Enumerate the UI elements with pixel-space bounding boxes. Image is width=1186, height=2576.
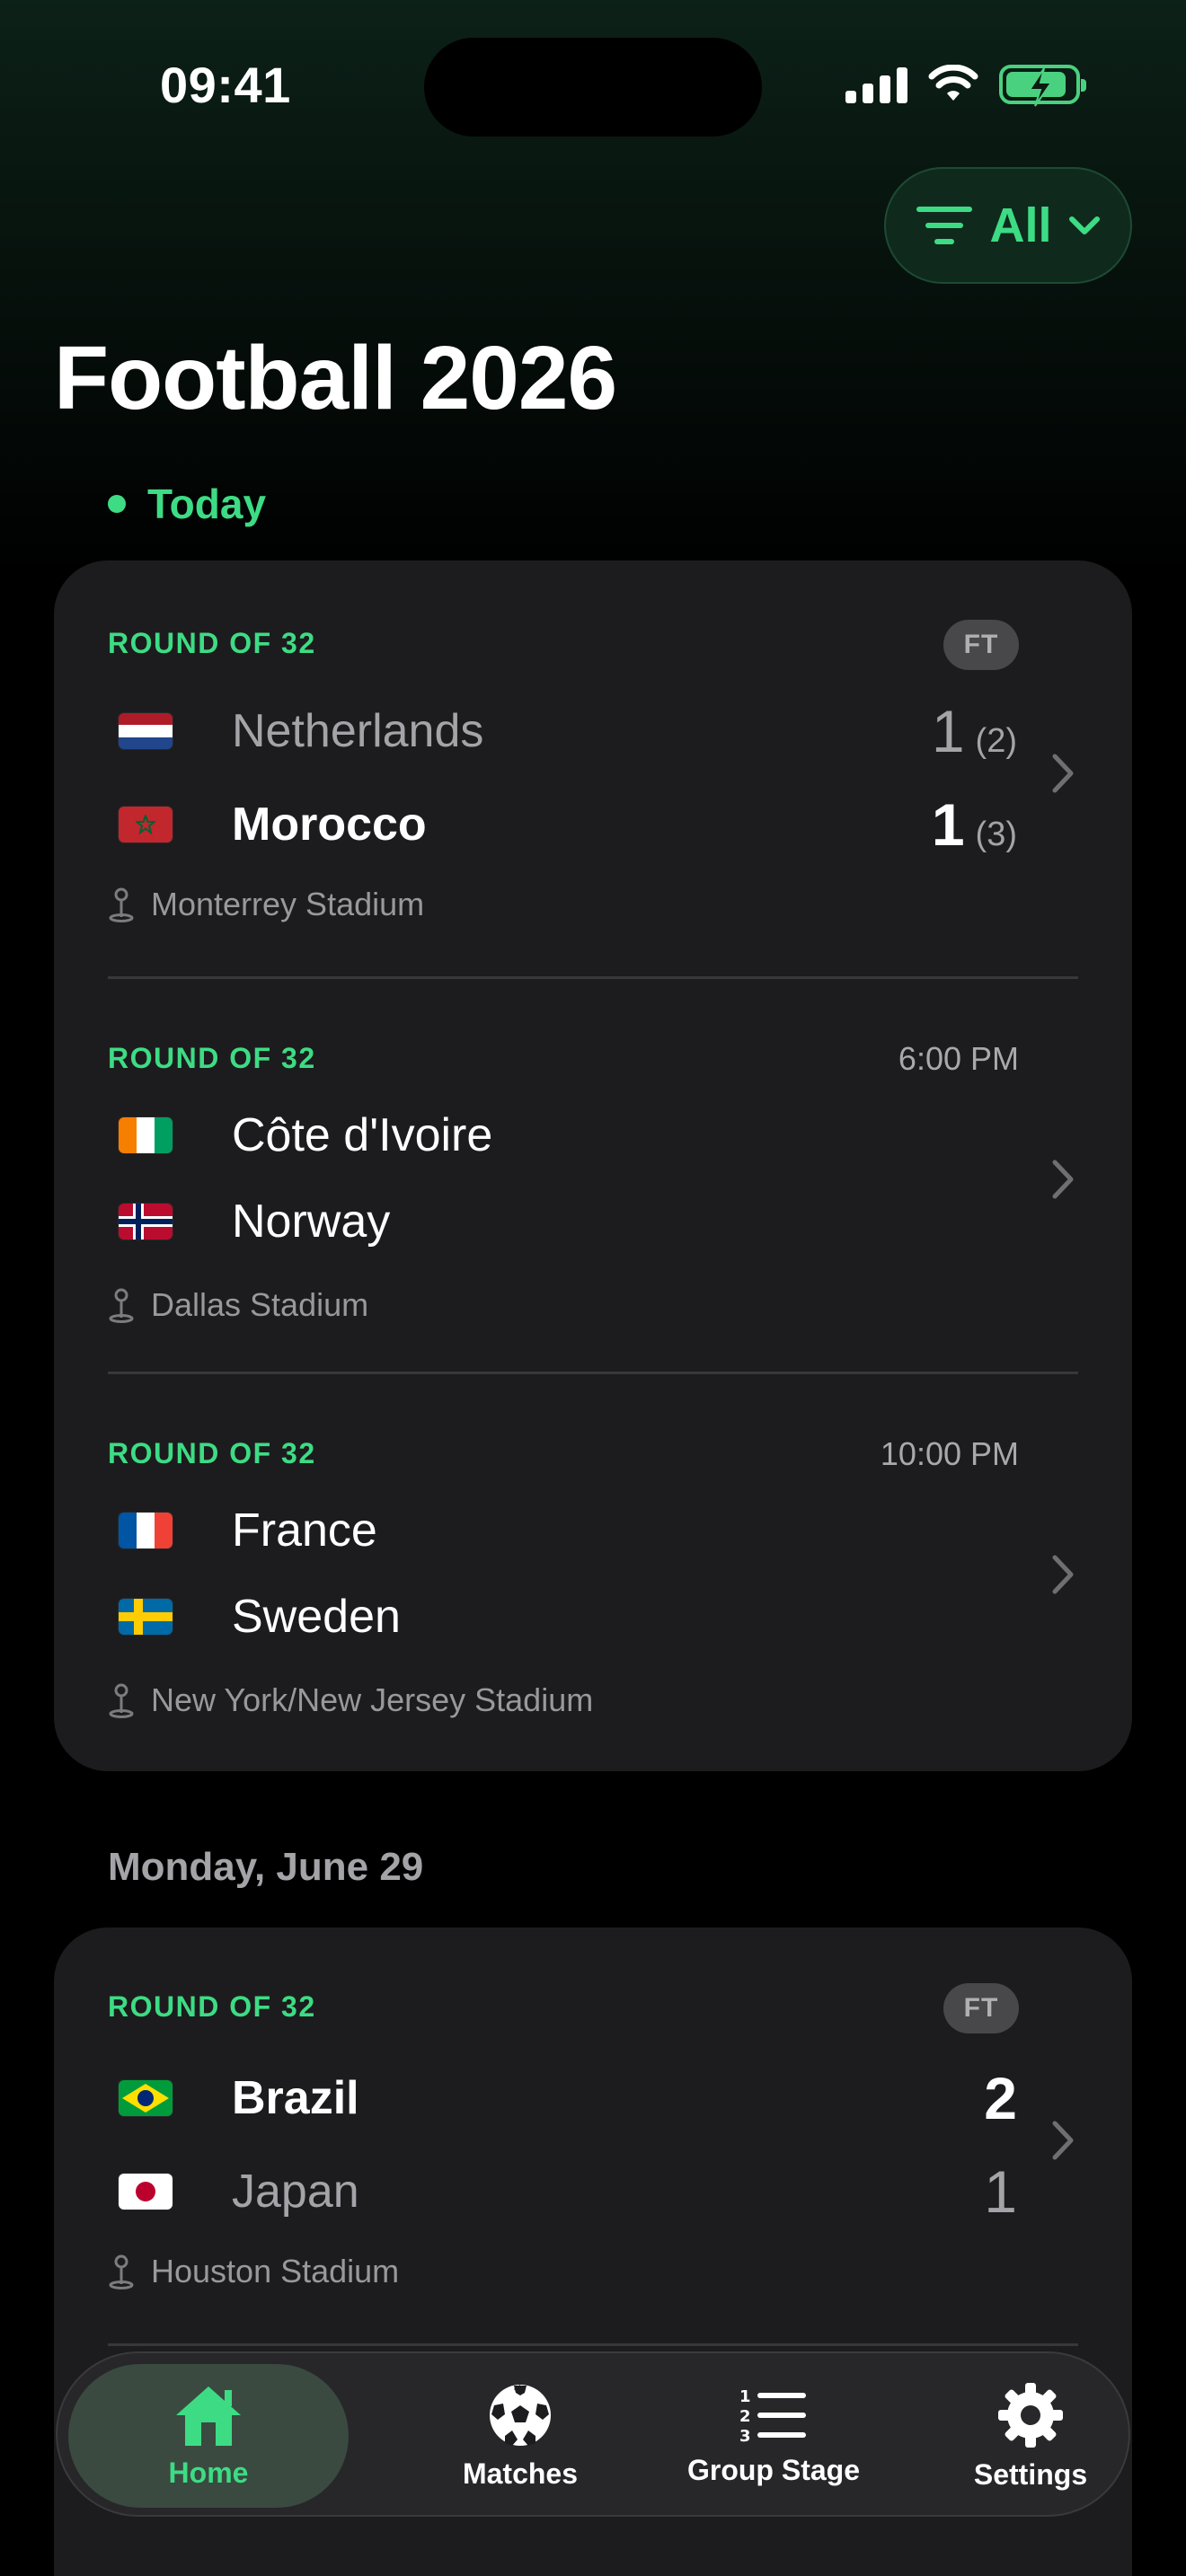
today-matches-list: ROUND OF 32 FT Netherlands 1 (2) Morocco… (54, 560, 1132, 1771)
battery-charging-icon (999, 65, 1086, 107)
filter-label: All (989, 198, 1052, 252)
date-section-header: Monday, June 29 (108, 1845, 424, 1889)
match-row[interactable]: ROUND OF 32 FT Brazil 2 Japan 1 Houston … (54, 1928, 1132, 2346)
filter-button[interactable]: All (884, 167, 1132, 284)
today-label: Today (147, 481, 267, 527)
location-pin-icon (109, 1288, 134, 1323)
match-row[interactable]: ROUND OF 32 6:00 PM Côte d'Ivoire Norway… (54, 979, 1132, 1374)
status-badge: FT (943, 1983, 1019, 2033)
page-title: Football 2026 (54, 328, 617, 428)
ivory-coast-flag-icon (119, 1117, 173, 1153)
home-team: France (119, 1495, 1017, 1566)
house-icon (176, 2386, 241, 2446)
team-score: 1 (984, 2158, 1017, 2225)
home-team: Côte d'Ivoire (119, 1099, 1017, 1171)
status-bar: 09:41 (0, 0, 1186, 171)
team-name: Norway (232, 1195, 391, 1248)
team-name: France (232, 1504, 377, 1557)
cellular-signal-icon (845, 66, 907, 103)
match-row[interactable]: ROUND OF 32 FT Netherlands 1 (2) Morocco… (54, 560, 1132, 979)
location-pin-icon (109, 1683, 134, 1718)
match-venue: Monterrey Stadium (108, 886, 424, 923)
chevron-down-icon (1068, 216, 1100, 234)
chevron-right-icon (1052, 754, 1074, 793)
team-name: Morocco (232, 798, 427, 851)
svg-text:1: 1 (739, 2387, 751, 2406)
netherlands-flag-icon (119, 713, 173, 749)
france-flag-icon (119, 1513, 173, 1548)
location-pin-icon (109, 2254, 134, 2289)
svg-text:3: 3 (739, 2427, 751, 2445)
live-dot-icon (108, 495, 126, 513)
tab-label: Matches (462, 2457, 579, 2490)
kickoff-time: 6:00 PM (898, 1040, 1019, 1077)
tab-label: Home (168, 2456, 249, 2489)
match-venue: Dallas Stadium (108, 1286, 368, 1324)
tab-label: Group Stage (686, 2453, 860, 2486)
home-team: Brazil 2 (119, 2062, 1017, 2134)
team-score: 1 (3) (931, 791, 1017, 858)
gear-icon (998, 2382, 1063, 2448)
team-name: Japan (232, 2166, 359, 2218)
tab-matches[interactable]: Matches (390, 2364, 651, 2508)
match-round: ROUND OF 32 (108, 1437, 316, 1469)
divider (108, 2343, 1078, 2346)
chevron-right-icon (1052, 2121, 1074, 2160)
chevron-right-icon (1052, 1160, 1074, 1199)
away-team: Norway (119, 1186, 1017, 1257)
team-name: Côte d'Ivoire (232, 1109, 493, 1161)
team-score: 1 (2) (931, 698, 1017, 764)
today-section-header: Today (108, 480, 266, 528)
status-icons (845, 65, 1086, 107)
chevron-right-icon (1052, 1555, 1074, 1594)
team-name: Brazil (232, 2072, 359, 2124)
soccer-ball-icon (490, 2384, 551, 2446)
dynamic-island (424, 38, 762, 137)
status-time: 09:41 (160, 57, 291, 113)
tab-home[interactable]: Home (68, 2364, 349, 2508)
team-name: Netherlands (232, 705, 484, 757)
team-name: Sweden (232, 1591, 401, 1643)
svg-text:2: 2 (739, 2407, 751, 2426)
team-score: 2 (984, 2065, 1017, 2131)
away-team: Sweden (119, 1581, 1017, 1653)
match-venue: Houston Stadium (108, 2253, 399, 2290)
japan-flag-icon (119, 2174, 173, 2210)
away-team: Morocco 1 (3) (119, 789, 1017, 860)
tab-settings[interactable]: Settings (900, 2364, 1161, 2508)
home-team: Netherlands 1 (2) (119, 695, 1017, 767)
away-team: Japan 1 (119, 2156, 1017, 2228)
morocco-flag-icon (119, 807, 173, 842)
kickoff-time: 10:00 PM (880, 1435, 1019, 1472)
tab-group-stage[interactable]: 1 2 3 Group Stage (643, 2364, 904, 2508)
wifi-icon (928, 65, 978, 101)
status-badge: FT (943, 620, 1019, 670)
tab-bar: Home Matches 1 2 3 Group Stage Settings (56, 2351, 1130, 2517)
sweden-flag-icon (119, 1599, 173, 1635)
brazil-flag-icon (119, 2080, 173, 2116)
tab-label: Settings (973, 2457, 1088, 2491)
match-round: ROUND OF 32 (108, 1990, 316, 2023)
location-pin-icon (109, 887, 134, 922)
match-venue: New York/New Jersey Stadium (108, 1681, 593, 1719)
norway-flag-icon (119, 1204, 173, 1239)
match-round: ROUND OF 32 (108, 1042, 316, 1074)
filter-icon (916, 207, 973, 244)
numbered-list-icon: 1 2 3 (739, 2387, 806, 2445)
match-row[interactable]: ROUND OF 32 10:00 PM France Sweden New Y… (54, 1374, 1132, 1771)
match-round: ROUND OF 32 (108, 627, 316, 659)
